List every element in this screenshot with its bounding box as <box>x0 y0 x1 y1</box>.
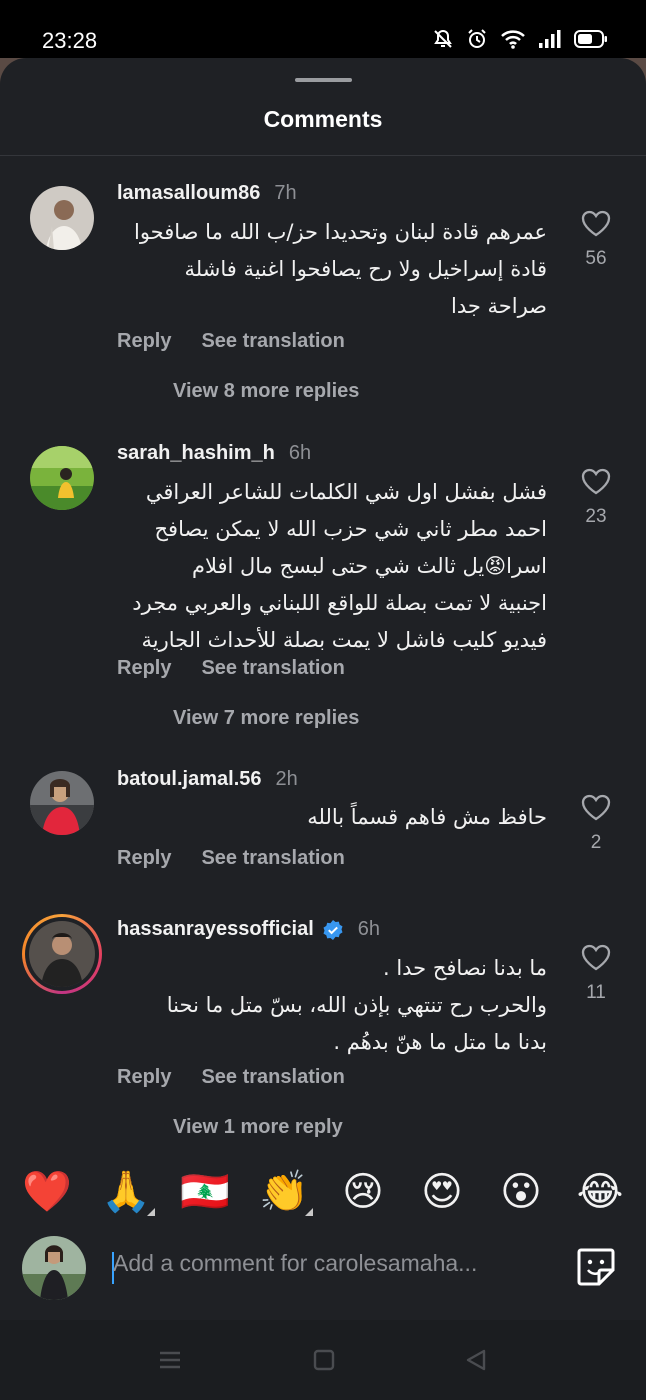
comment-line: بدنا ما متل ما هنّ بدهُم . <box>333 1030 547 1054</box>
comment-username[interactable]: batoul.jamal.56 <box>117 768 262 791</box>
see-translation-button[interactable]: See translation <box>201 330 344 353</box>
see-translation-button[interactable]: See translation <box>201 657 344 680</box>
avatar[interactable] <box>30 446 94 510</box>
comment-line: ما بدنا نصافح حدا . <box>382 956 547 980</box>
avatar[interactable] <box>30 771 94 835</box>
avatar <box>29 921 95 987</box>
emoji-cry-button[interactable]: 😢 <box>338 1168 388 1216</box>
avatar[interactable] <box>30 186 94 250</box>
emoji-quick-bar: ❤️ 🙏 🇱🇧 👏 😢 😍 😮 😂 <box>0 1168 646 1216</box>
comment-line: احمد مطر ثاني شي حزب الله لا يمكن يصافح <box>154 517 547 541</box>
skin-tone-indicator-icon <box>147 1208 155 1216</box>
comment-username[interactable]: lamasalloum86 <box>117 182 260 205</box>
comment-line: اسرا😡يل ثالث شي حتى لبسج مال افلام <box>191 554 547 578</box>
comment-input[interactable]: Add a comment for carolesamaha... <box>113 1250 523 1277</box>
sheet-title: Comments <box>263 106 383 132</box>
heart-icon <box>581 210 611 237</box>
menu-nav-icon[interactable] <box>158 1348 182 1377</box>
signal-icon <box>538 29 562 54</box>
heart-icon <box>581 944 611 971</box>
avatar-story-ring[interactable] <box>22 914 102 994</box>
battery-icon <box>574 29 608 54</box>
comment-line: حافظ مش فاهم قسماً بالله <box>307 805 547 829</box>
reply-button[interactable]: Reply <box>117 1066 171 1089</box>
comment-line: اجنبية لا تمت بصلة للواقع اللبناني والعر… <box>132 591 547 615</box>
reply-button[interactable]: Reply <box>117 847 171 870</box>
comment-text: عمرهم قادة لبنان وتحديدا حز/ب الله ما صا… <box>117 214 547 325</box>
comments-sheet: Comments lamasalloum86 7h عمرهم قادة لبن… <box>0 58 646 1320</box>
comment-time: 6h <box>288 442 312 464</box>
comment-text: ما بدنا نصافح حدا . والحرب رح تنتهي بإذن… <box>117 950 547 1061</box>
view-more-replies[interactable]: View 1 more reply <box>173 1116 343 1139</box>
reply-button[interactable]: Reply <box>117 657 171 680</box>
emoji-laugh-button[interactable]: 😂 <box>575 1168 625 1216</box>
heart-icon <box>581 468 611 495</box>
comment-line: عمرهم قادة لبنان وتحديدا حز/ب الله ما صا… <box>134 220 547 244</box>
home-nav-icon[interactable] <box>312 1348 336 1377</box>
comment-time: 6h <box>357 918 381 940</box>
emoji-pray: 🙏 <box>101 1169 151 1215</box>
emoji-clap: 👏 <box>259 1169 309 1215</box>
comment-composer: Add a comment for carolesamaha... <box>0 1230 646 1302</box>
status-time: 23:28 <box>42 28 98 53</box>
like-button[interactable]: 56 <box>576 210 616 270</box>
comment-text: حافظ مش فاهم قسماً بالله <box>117 799 547 836</box>
see-translation-button[interactable]: See translation <box>201 1066 344 1089</box>
like-count: 23 <box>585 506 607 527</box>
emoji-clap-button[interactable]: 👏 <box>259 1168 313 1216</box>
emoji-heart-eyes-button[interactable]: 😍 <box>417 1168 467 1216</box>
wifi-icon <box>500 28 526 55</box>
mute-icon <box>432 28 454 55</box>
comment-text: فشل بفشل اول شي الكلمات للشاعر العراقي ا… <box>117 474 547 659</box>
heart-icon <box>581 794 611 821</box>
verified-badge-icon <box>322 919 344 941</box>
comment-line: صراحة جدا <box>450 294 547 318</box>
see-translation-button[interactable]: See translation <box>201 847 344 870</box>
like-count: 56 <box>585 248 607 269</box>
like-count: 2 <box>590 832 602 853</box>
comment-line: فيديو كليب فاشل لا يمت بصلة للأحداث الجا… <box>141 628 547 652</box>
alarm-icon <box>466 28 488 55</box>
like-count: 11 <box>586 982 606 1003</box>
comment-time: 7h <box>274 182 297 204</box>
view-more-replies[interactable]: View 8 more replies <box>173 380 359 403</box>
emoji-heart-button[interactable]: ❤️ <box>22 1168 72 1216</box>
comment-time: 2h <box>275 768 298 790</box>
emoji-flag-lebanon-button[interactable]: 🇱🇧 <box>180 1168 230 1216</box>
view-more-replies[interactable]: View 7 more replies <box>173 707 359 730</box>
back-nav-icon[interactable] <box>464 1348 488 1377</box>
divider <box>0 155 646 156</box>
like-button[interactable]: 2 <box>576 794 616 854</box>
reply-button[interactable]: Reply <box>117 330 171 353</box>
system-nav-bar <box>0 1320 646 1400</box>
comment-username[interactable]: hassanrayessofficial <box>117 918 314 941</box>
status-icons <box>432 28 608 55</box>
drag-handle[interactable] <box>295 78 352 82</box>
sticker-icon[interactable] <box>575 1246 617 1293</box>
like-button[interactable]: 11 <box>576 944 616 1004</box>
my-avatar <box>22 1236 86 1300</box>
comment-username[interactable]: sarah_hashim_h <box>117 442 275 465</box>
emoji-pray-button[interactable]: 🙏 <box>101 1168 155 1216</box>
comment-line: فشل بفشل اول شي الكلمات للشاعر العراقي <box>145 480 547 504</box>
skin-tone-indicator-icon <box>305 1208 313 1216</box>
emoji-wow-button[interactable]: 😮 <box>496 1168 546 1216</box>
like-button[interactable]: 23 <box>576 468 616 528</box>
comment-line: قادة إسراخيل ولا رح يصافحوا اغنية فاشلة <box>184 257 547 281</box>
comment-line: والحرب رح تنتهي بإذن الله، بسّ متل ما نح… <box>166 993 547 1017</box>
